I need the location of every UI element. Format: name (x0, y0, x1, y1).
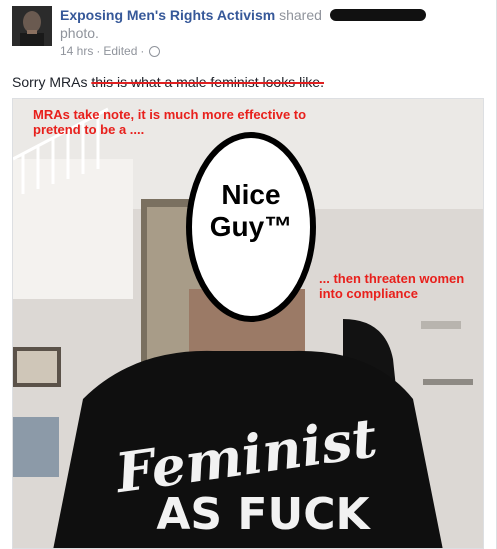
caption-prefix: Sorry MRAs (12, 74, 88, 90)
post-meta: 14 hrs · Edited · (60, 44, 161, 58)
post-photo[interactable]: MRAs take note, it is much more effectiv… (12, 98, 484, 549)
nice-guy-label: Nice Guy™ (191, 179, 311, 243)
post-header: Exposing Men's Rights Activism shared ph… (60, 6, 480, 42)
edited-label[interactable]: Edited (103, 44, 137, 58)
redacted-name (329, 9, 426, 21)
post-card: Exposing Men's Rights Activism shared ph… (0, 0, 497, 549)
globe-icon[interactable] (149, 45, 161, 57)
shared-photo-link[interactable]: photo. (60, 25, 99, 41)
post-caption: Sorry MRAs this is what a male feminist … (12, 74, 324, 90)
meta-separator: · (96, 44, 101, 58)
overlay-top-text: MRAs take note, it is much more effectiv… (33, 107, 307, 137)
author-link[interactable]: Exposing Men's Rights Activism (60, 7, 275, 23)
meta-separator: · (140, 44, 145, 58)
nice-guy-line2: Guy™ (209, 211, 293, 242)
caption-struck: this is what a male feminist looks like. (91, 74, 324, 90)
nice-guy-line1: Nice (221, 179, 281, 210)
avatar[interactable] (12, 6, 52, 46)
timestamp[interactable]: 14 hrs (60, 44, 93, 58)
shared-text: shared (279, 7, 322, 23)
overlay-side-text: ... then threaten women into compliance (319, 271, 465, 301)
photo-scene (13, 99, 483, 548)
